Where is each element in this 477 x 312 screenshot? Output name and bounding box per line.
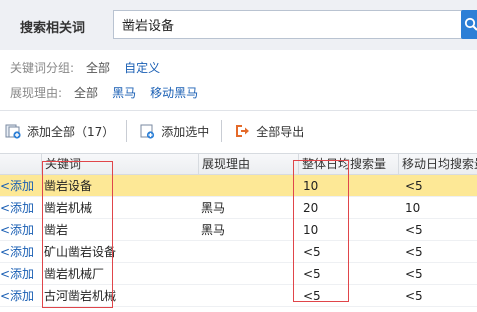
keyword-cell: 矿山凿岩设备 xyxy=(44,245,117,259)
search-bar: 搜索相关词 xyxy=(0,0,477,50)
search-button[interactable] xyxy=(461,10,477,39)
toolbar-divider xyxy=(221,120,223,142)
keyword-cell: 凿岩机械厂 xyxy=(44,267,105,281)
total-search-cell: <5 xyxy=(303,289,321,303)
table-row[interactable]: <添加 古河凿岩机械 <5 <5 xyxy=(0,285,477,307)
search-label: 搜索相关词 xyxy=(20,21,86,36)
add-link[interactable]: <添加 xyxy=(0,285,40,307)
column-header-mobile-search[interactable]: 移动日均搜索量 xyxy=(398,154,477,176)
reason-cell xyxy=(198,263,298,285)
add-all-icon xyxy=(5,123,21,139)
total-search-cell: 20 xyxy=(303,201,319,215)
export-icon xyxy=(234,123,250,139)
reason-option-mobile-dark-horse[interactable]: 移动黑马 xyxy=(150,84,198,101)
table-row[interactable]: <添加 凿岩机械厂 <5 <5 xyxy=(0,263,477,285)
toolbar-divider xyxy=(126,120,128,142)
add-all-button[interactable]: 添加全部（17） xyxy=(5,118,114,144)
add-link[interactable]: <添加 xyxy=(0,263,40,285)
add-link[interactable]: <添加 xyxy=(0,219,40,241)
column-header-action xyxy=(0,154,40,176)
table-row[interactable]: <添加 凿岩机械 黑马 20 10 xyxy=(0,197,477,219)
add-link[interactable]: <添加 xyxy=(0,175,40,197)
reason-cell: 黑马 xyxy=(201,223,226,237)
add-link[interactable]: <添加 xyxy=(0,197,40,219)
add-link[interactable]: <添加 xyxy=(0,241,40,263)
export-all-label: 全部导出 xyxy=(256,124,305,139)
column-header-total-search[interactable]: 整体日均搜索量 xyxy=(298,154,398,176)
add-selected-label: 添加选中 xyxy=(161,124,210,139)
keyword-cell: 古河凿岩机械 xyxy=(44,289,117,303)
reason-cell xyxy=(198,175,298,197)
mobile-search-cell: <5 xyxy=(405,179,423,193)
table-row[interactable]: <添加 凿岩设备 10 <5 xyxy=(0,175,477,197)
column-header-keyword[interactable]: 关键词 xyxy=(41,154,198,176)
table-row[interactable]: <添加 矿山凿岩设备 <5 <5 xyxy=(0,241,477,263)
reason-cell xyxy=(198,241,298,263)
mobile-search-cell: <5 xyxy=(405,267,423,281)
keyword-cell: 凿岩设备 xyxy=(44,179,93,193)
mobile-search-cell: <5 xyxy=(405,223,423,237)
table-row[interactable]: <添加 凿岩 黑马 10 <5 xyxy=(0,219,477,241)
total-search-cell: 10 xyxy=(303,179,319,193)
divider xyxy=(0,110,477,111)
add-selected-button[interactable]: 添加选中 xyxy=(139,118,209,144)
group-option-all[interactable]: 全部 xyxy=(86,59,110,76)
display-reason-filter: 展现理由: 全部 黑马 移动黑马 xyxy=(10,83,212,101)
reason-option-all[interactable]: 全部 xyxy=(74,84,98,101)
column-header-reason[interactable]: 展现理由 xyxy=(198,154,298,176)
keyword-group-filter: 关键词分组: 全部 自定义 xyxy=(10,58,174,76)
keyword-cell: 凿岩 xyxy=(44,223,69,237)
total-search-cell: <5 xyxy=(303,245,321,259)
add-selected-icon xyxy=(139,123,155,139)
keyword-cell: 凿岩机械 xyxy=(44,201,93,215)
search-icon xyxy=(464,17,477,31)
keyword-group-label: 关键词分组: xyxy=(10,60,75,75)
add-all-label: 添加全部（17） xyxy=(27,124,115,139)
display-reason-label: 展现理由: xyxy=(10,85,63,100)
reason-option-dark-horse[interactable]: 黑马 xyxy=(112,84,136,101)
mobile-search-cell: <5 xyxy=(405,289,423,303)
reason-cell xyxy=(198,285,298,307)
export-all-button[interactable]: 全部导出 xyxy=(234,118,304,144)
mobile-search-cell: 10 xyxy=(405,201,421,215)
total-search-cell: 10 xyxy=(303,223,319,237)
reason-cell: 黑马 xyxy=(201,201,226,215)
group-option-custom[interactable]: 自定义 xyxy=(124,59,160,76)
table-header: 关键词 展现理由 整体日均搜索量 移动日均搜索量 xyxy=(0,153,477,176)
keyword-table: 关键词 展现理由 整体日均搜索量 移动日均搜索量 <添加 凿岩设备 10 <5 … xyxy=(0,153,477,307)
mobile-search-cell: <5 xyxy=(405,245,423,259)
toolbar: 添加全部（17） 添加选中 全部导出 xyxy=(0,118,304,144)
search-input[interactable] xyxy=(113,10,463,39)
total-search-cell: <5 xyxy=(303,267,321,281)
